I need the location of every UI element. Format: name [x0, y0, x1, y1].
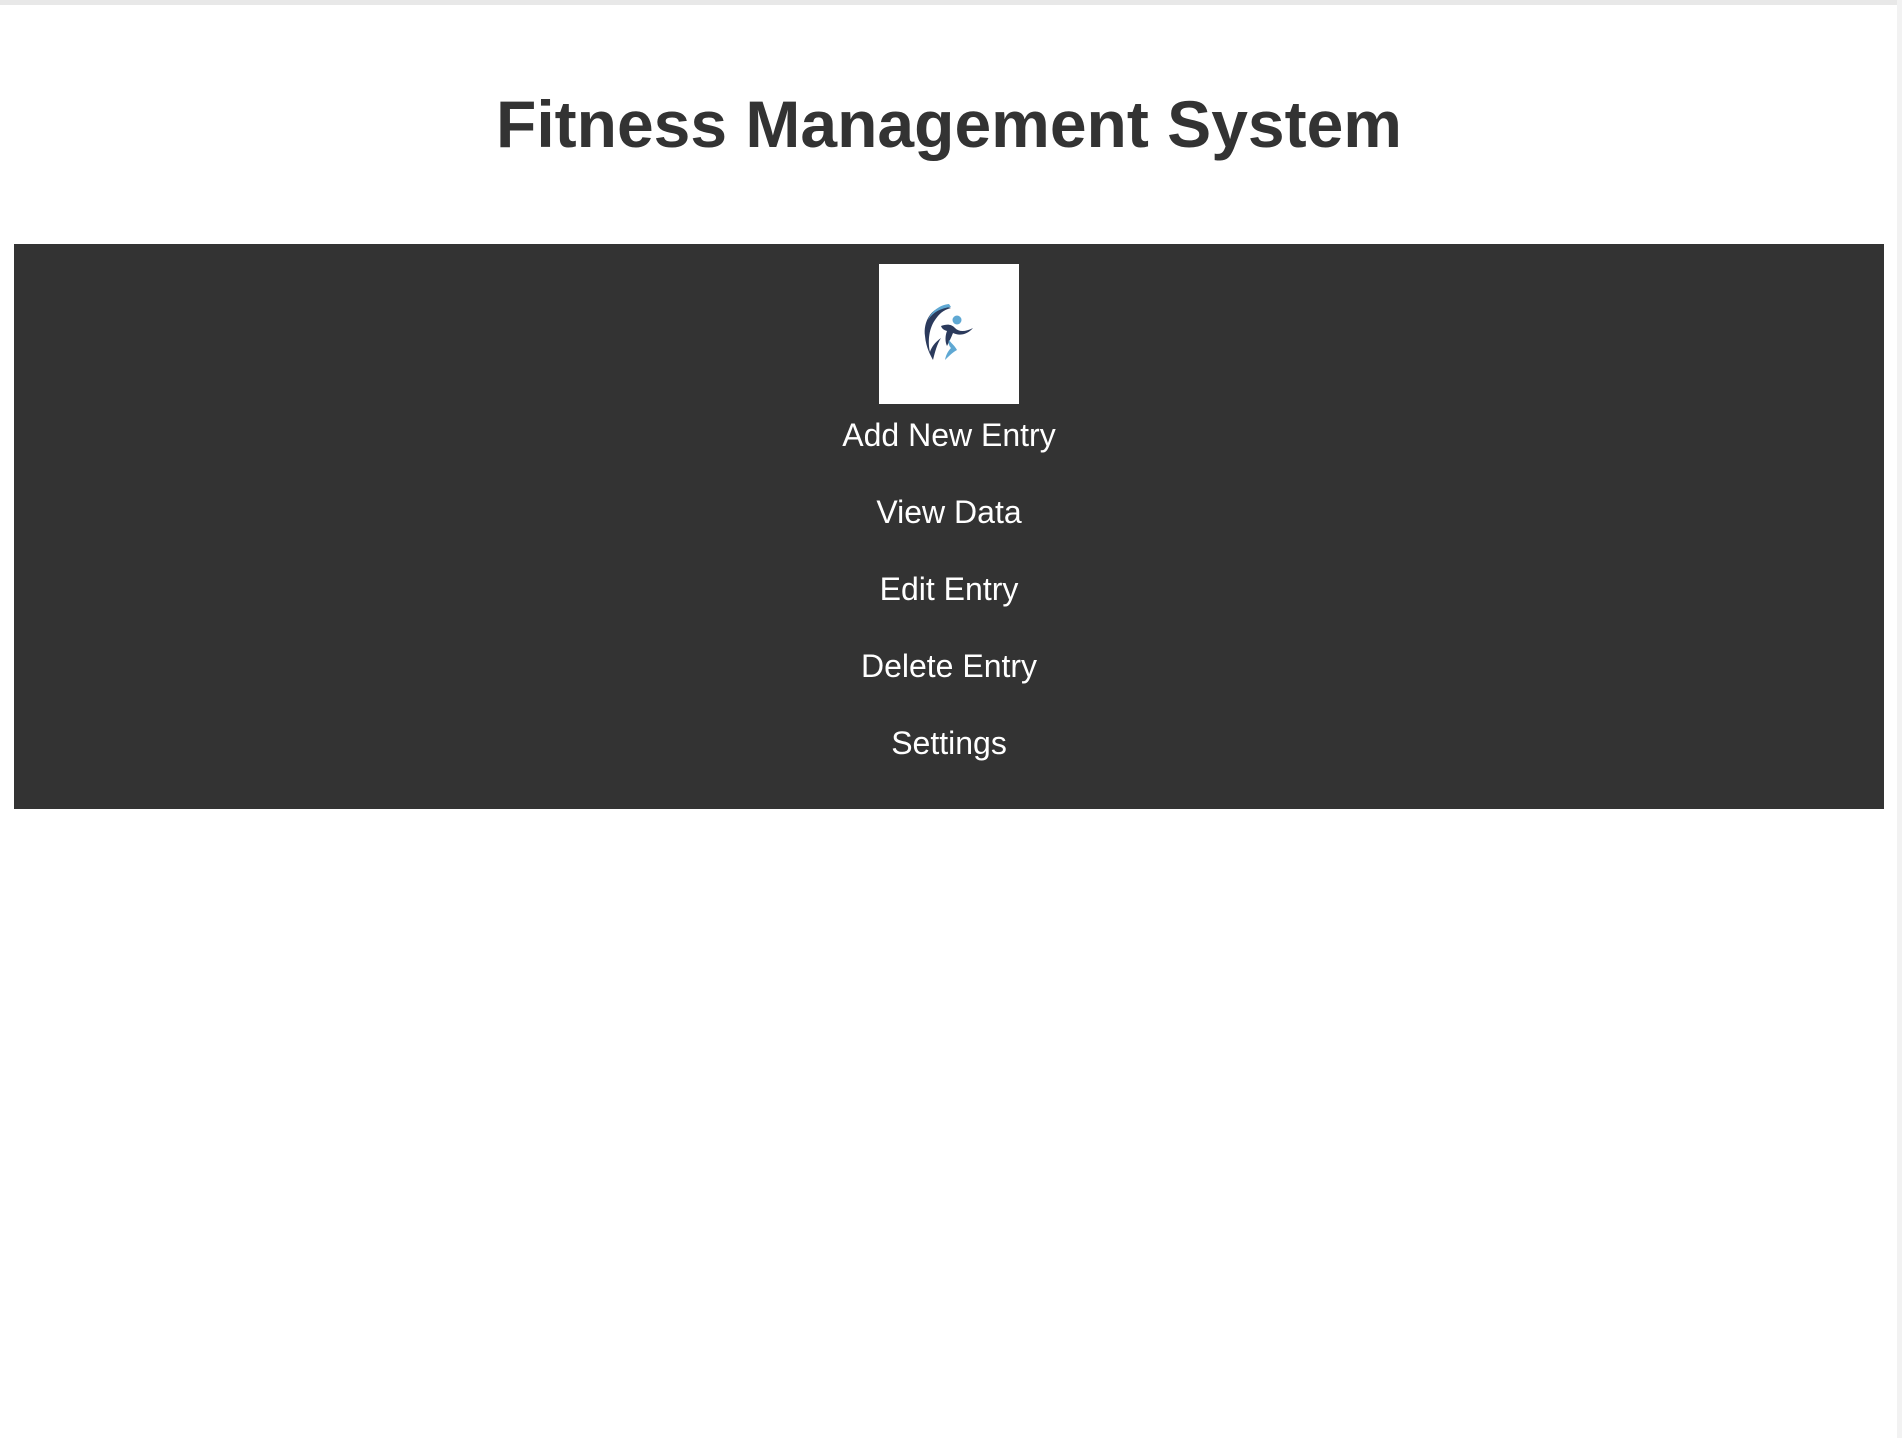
add-new-entry-link[interactable]: Add New Entry	[842, 416, 1055, 454]
nav-item-edit-entry: Edit Entry	[14, 570, 1884, 647]
right-edge	[1897, 0, 1902, 1438]
nav-item-settings: Settings	[14, 724, 1884, 801]
nav-item-view-data: View Data	[14, 493, 1884, 570]
nav-item-delete-entry: Delete Entry	[14, 647, 1884, 724]
settings-link[interactable]: Settings	[891, 724, 1007, 762]
top-divider	[0, 0, 1902, 5]
nav-menu: Add New Entry View Data Edit Entry Delet…	[14, 416, 1884, 801]
edit-entry-link[interactable]: Edit Entry	[880, 570, 1019, 608]
page: Fitness Management System Add New Entry …	[0, 0, 1902, 1438]
delete-entry-link[interactable]: Delete Entry	[861, 647, 1037, 685]
nav-item-add-new-entry: Add New Entry	[14, 416, 1884, 493]
page-title: Fitness Management System	[496, 87, 1402, 161]
main-navigation: Add New Entry View Data Edit Entry Delet…	[14, 244, 1884, 809]
runner-logo-icon	[924, 304, 973, 360]
view-data-link[interactable]: View Data	[876, 493, 1021, 531]
logo[interactable]	[879, 264, 1019, 404]
